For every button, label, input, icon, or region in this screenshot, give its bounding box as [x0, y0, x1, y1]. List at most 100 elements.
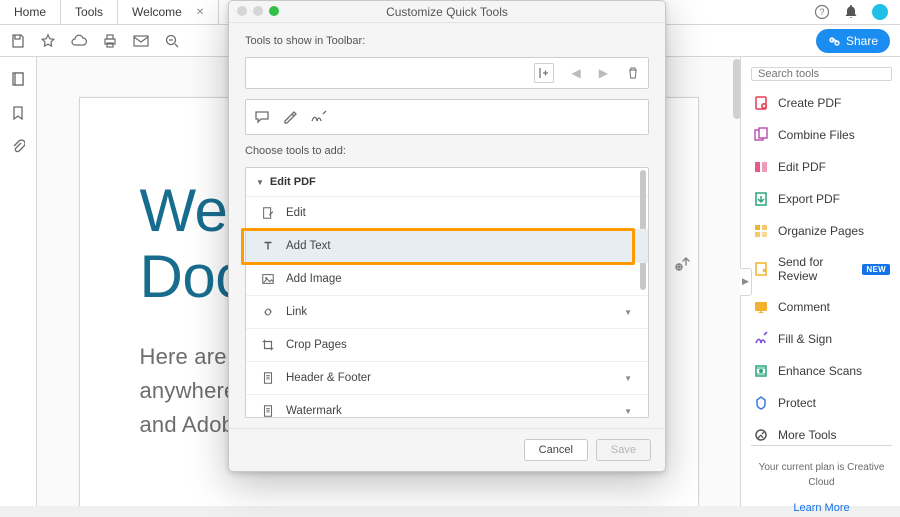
svg-text:?: ?	[819, 7, 824, 17]
choose-tool-row[interactable]: Edit	[246, 197, 648, 230]
tool-icon	[753, 127, 769, 143]
tool-label: Create PDF	[778, 96, 841, 110]
sign-tool-icon[interactable]	[310, 109, 328, 125]
window-close-icon[interactable]	[237, 6, 247, 16]
tool-label: Fill & Sign	[778, 332, 832, 346]
thumbnails-icon[interactable]	[10, 71, 26, 87]
help-icon[interactable]: ?	[814, 4, 830, 20]
tool-label: Enhance Scans	[778, 364, 862, 378]
learn-more-link[interactable]: Learn More	[751, 500, 892, 517]
star-icon[interactable]	[40, 33, 56, 49]
tool-icon	[753, 331, 769, 347]
tool-label: Export PDF	[778, 192, 840, 206]
choose-tools-panel: ▼Edit PDF Edit Add Text Add Image Link ▼ Crop …	[245, 167, 649, 418]
tab-document[interactable]: Welcome ✕	[118, 0, 219, 24]
avatar[interactable]	[872, 4, 888, 20]
canvas-scrollbar[interactable]	[733, 59, 740, 119]
tab-home[interactable]: Home	[0, 0, 61, 24]
add-to-toolbar-icon[interactable]	[673, 255, 691, 273]
comment-tool-icon[interactable]	[254, 109, 270, 125]
cloud-icon[interactable]	[70, 33, 88, 49]
tool-icon	[753, 159, 769, 175]
tab-close-icon[interactable]: ✕	[196, 7, 204, 18]
current-tools-shelf	[245, 99, 649, 135]
share-button[interactable]: Share	[816, 29, 890, 53]
tool-item[interactable]: Combine Files	[751, 125, 892, 145]
edit-icon	[260, 205, 276, 221]
bell-icon[interactable]	[844, 4, 858, 20]
tool-icon	[753, 427, 769, 443]
image-icon	[260, 271, 276, 287]
choose-tool-row[interactable]: Add Text	[246, 230, 648, 263]
tool-icon	[753, 363, 769, 379]
tool-icon	[753, 395, 769, 411]
tool-icon	[753, 191, 769, 207]
choose-tool-row[interactable]: Link ▼	[246, 296, 648, 329]
label-choose-tools: Choose tools to add:	[245, 145, 649, 157]
highlight-tool-icon[interactable]	[282, 109, 298, 125]
tool-label: Organize Pages	[778, 224, 864, 238]
modal-title: Customize Quick Tools	[386, 5, 508, 19]
choose-tool-label: Watermark	[286, 405, 342, 417]
tool-item[interactable]: Send for Review NEW	[751, 253, 892, 285]
crop-icon	[260, 337, 276, 353]
tool-item[interactable]: Comment	[751, 297, 892, 317]
tool-label: Edit PDF	[778, 160, 826, 174]
tool-label: Combine Files	[778, 128, 855, 142]
attachment-icon[interactable]	[11, 139, 25, 155]
choose-tool-label: Add Image	[286, 273, 342, 285]
tool-item[interactable]: More Tools	[751, 425, 892, 445]
divider-add-icon[interactable]	[534, 63, 554, 83]
tool-label: More Tools	[778, 428, 836, 442]
tool-item[interactable]: Fill & Sign	[751, 329, 892, 349]
chevron-down-icon: ▼	[624, 374, 636, 383]
right-tools-panel: ▶ Create PDF Combine Files Edit PDF Export …	[740, 57, 900, 506]
tool-item[interactable]: Enhance Scans	[751, 361, 892, 381]
page-icon	[260, 370, 276, 386]
choose-tool-row[interactable]: Watermark ▼	[246, 395, 648, 417]
tool-item[interactable]: Organize Pages	[751, 221, 892, 241]
tool-group-header[interactable]: ▼Edit PDF	[246, 168, 648, 197]
share-label: Share	[846, 34, 878, 48]
zoom-out-icon[interactable]	[164, 33, 180, 49]
new-badge: NEW	[862, 264, 890, 275]
choose-tool-row[interactable]: Crop Pages	[246, 329, 648, 362]
tab-tools[interactable]: Tools	[61, 0, 118, 24]
choose-tool-label: Crop Pages	[286, 339, 347, 351]
titlebar-actions: ?	[802, 0, 900, 24]
cancel-button[interactable]: Cancel	[524, 439, 588, 461]
tool-label: Protect	[778, 396, 816, 410]
link-icon	[260, 304, 276, 320]
page-icon	[260, 403, 276, 417]
window-zoom-icon[interactable]	[269, 6, 279, 16]
choose-tool-row[interactable]: Header & Footer▼	[246, 362, 648, 395]
print-icon[interactable]	[102, 33, 118, 49]
save-icon[interactable]	[10, 33, 26, 49]
mail-icon[interactable]	[132, 33, 150, 49]
tool-item[interactable]: Protect	[751, 393, 892, 413]
chevron-down-icon: ▼	[624, 308, 636, 317]
prev-icon[interactable]: ◀	[572, 66, 581, 80]
choose-tool-row[interactable]: Add Image	[246, 263, 648, 296]
bookmark-icon[interactable]	[11, 105, 25, 121]
chevron-down-icon: ▼	[624, 407, 636, 416]
trash-icon[interactable]	[626, 66, 640, 80]
tool-label: Send for Review	[778, 255, 849, 283]
search-input[interactable]	[751, 67, 892, 81]
save-button: Save	[596, 439, 651, 461]
tool-item[interactable]: Export PDF	[751, 189, 892, 209]
modal-titlebar[interactable]: Customize Quick Tools	[229, 1, 665, 23]
tool-icon	[753, 95, 769, 111]
tool-icon	[753, 261, 769, 277]
tool-item[interactable]: Create PDF	[751, 93, 892, 113]
tool-label: Comment	[778, 300, 830, 314]
choose-tool-label: Edit	[286, 207, 306, 219]
tools-list: Create PDF Combine Files Edit PDF Export PD…	[751, 93, 892, 445]
tab-document-label: Welcome	[132, 5, 182, 19]
window-minimize-icon	[253, 6, 263, 16]
label-toolbar-tools: Tools to show in Toolbar:	[245, 35, 649, 47]
next-icon[interactable]: ▶	[599, 66, 608, 80]
tool-item[interactable]: Edit PDF	[751, 157, 892, 177]
panel-collapse-handle[interactable]: ▶	[740, 268, 752, 296]
choose-tool-label: Link	[286, 306, 307, 318]
